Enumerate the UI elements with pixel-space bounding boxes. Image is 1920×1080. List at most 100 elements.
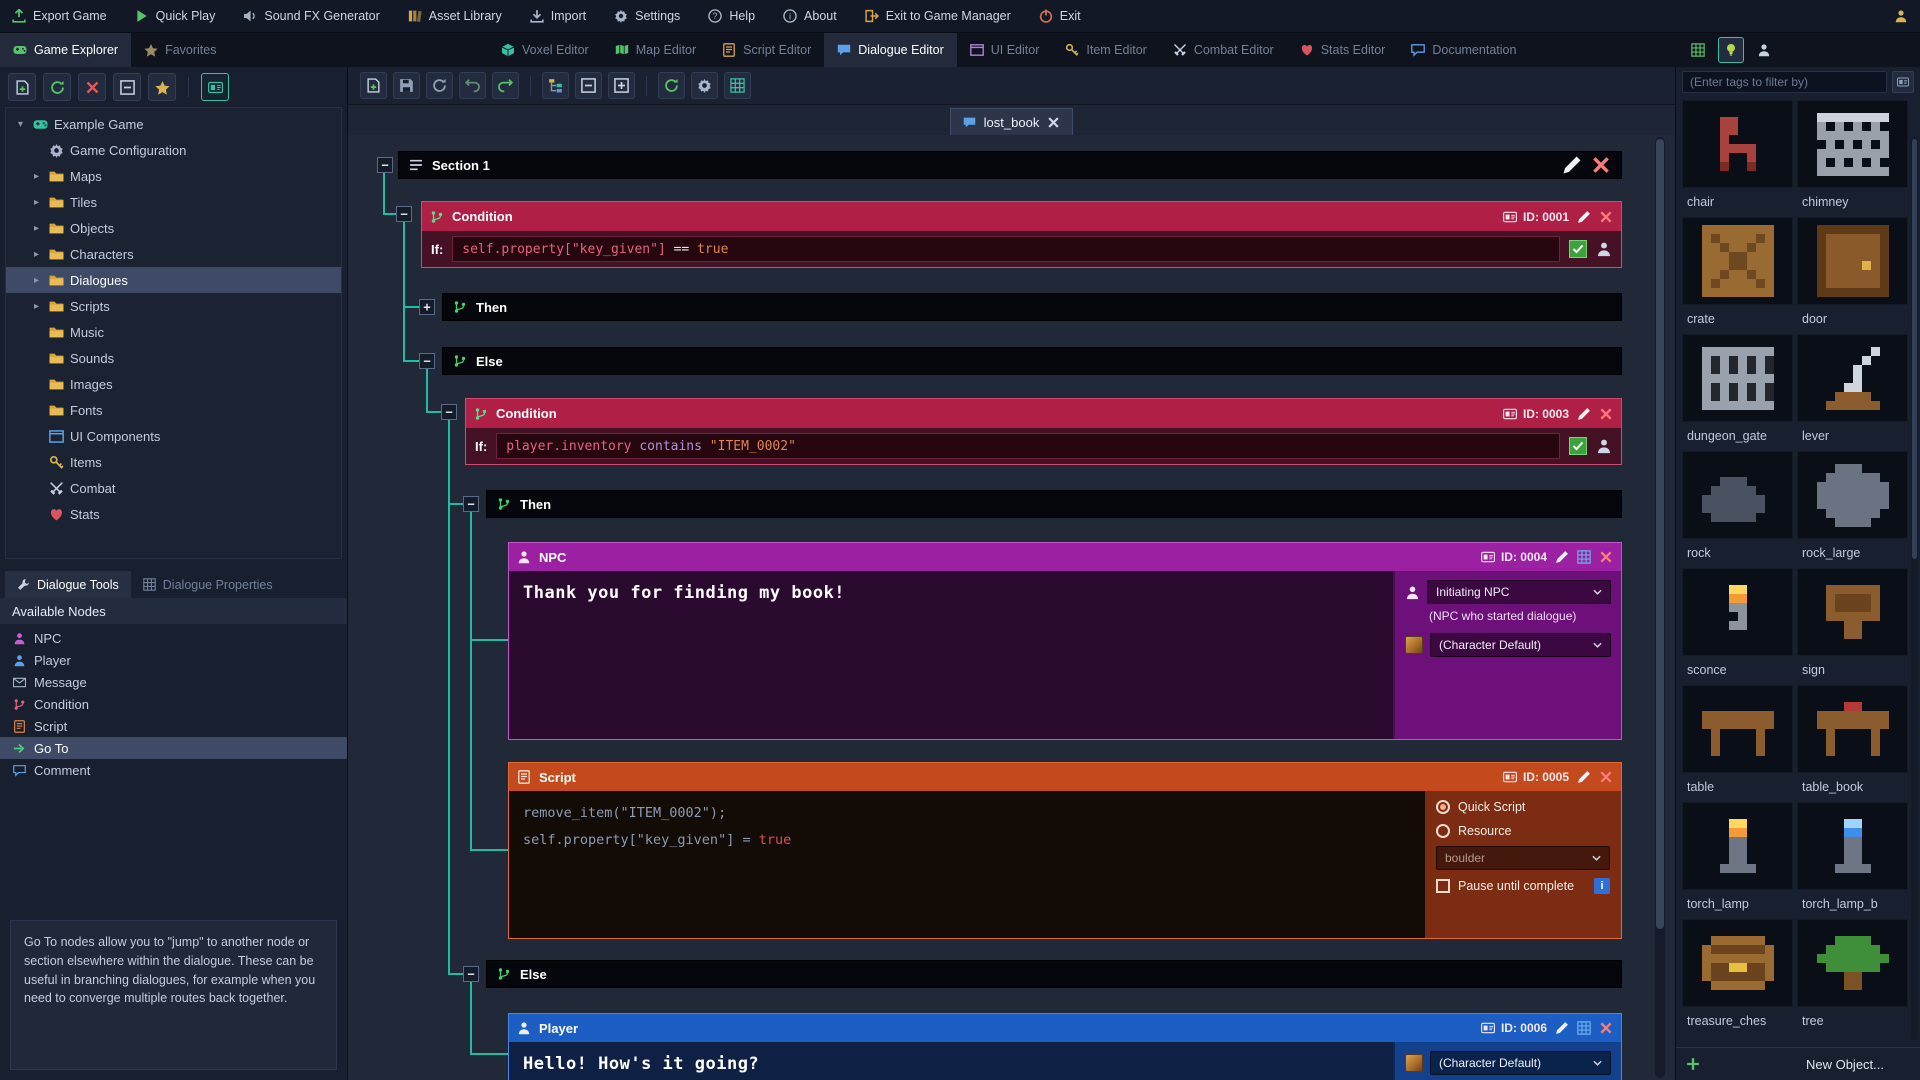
menu-sound-fx-generator[interactable]: Sound FX Generator <box>243 9 379 23</box>
menu-exit[interactable]: Exit <box>1039 9 1081 23</box>
asset-rock[interactable]: rock <box>1682 451 1793 566</box>
edit-node-button[interactable] <box>1577 210 1591 224</box>
asset-rock-large[interactable]: rock_large <box>1797 451 1908 566</box>
palette-node-npc[interactable]: NPC <box>0 627 347 649</box>
tree-item-example-game[interactable]: Example Game <box>6 111 341 137</box>
user-icon[interactable] <box>1894 9 1908 23</box>
edit-node-button[interactable] <box>1555 550 1569 564</box>
portrait-dropdown[interactable]: (Character Default) <box>1430 633 1611 657</box>
asset-tree[interactable]: tree <box>1797 919 1908 1034</box>
settings-button[interactable] <box>691 72 718 99</box>
menu-exit-to-game-manager[interactable]: Exit to Game Manager <box>865 9 1011 23</box>
script-code[interactable]: remove_item("ITEM_0002");self.property["… <box>509 791 1425 938</box>
reload-button[interactable] <box>426 72 453 99</box>
condition-node-0001[interactable]: Condition ID: 0001 If: self.property["ke… <box>421 201 1622 268</box>
refresh-button[interactable] <box>658 72 685 99</box>
condition-header[interactable]: Condition ID: 0003 <box>466 399 1621 428</box>
tab-script-editor[interactable]: Script Editor <box>709 33 824 67</box>
asset-sconce[interactable]: sconce <box>1682 568 1793 683</box>
library-tab-tiles[interactable] <box>1685 37 1711 63</box>
player-node-0006[interactable]: Player ID: 0006 Hello! How's it going? <box>508 1013 1622 1080</box>
toggle-ids-button[interactable] <box>201 73 229 101</box>
tag-filter-input[interactable] <box>1682 71 1887 93</box>
tab-stats-editor[interactable]: Stats Editor <box>1287 33 1399 67</box>
collapse-all-button[interactable] <box>575 72 602 99</box>
tree-arrow-icon[interactable] <box>30 223 43 234</box>
asset-lever[interactable]: lever <box>1797 334 1908 449</box>
tree-item-combat[interactable]: Combat <box>6 475 341 501</box>
tree-item-characters[interactable]: Characters <box>6 241 341 267</box>
tree-arrow-icon[interactable] <box>30 301 43 312</box>
canvas-scrollbar[interactable] <box>1655 137 1665 1078</box>
initiating-npc-dropdown[interactable]: Initiating NPC <box>1427 580 1611 604</box>
node-canvas[interactable]: Section 1 Condition ID: 0001 <box>348 135 1675 1080</box>
delete-section-button[interactable] <box>1591 155 1611 175</box>
collapse-all-button[interactable] <box>113 73 141 101</box>
tab-dialogue-tools[interactable]: Dialogue Tools <box>5 571 131 598</box>
tab-lost-book[interactable]: lost_book <box>950 108 1074 135</box>
palette-node-player[interactable]: Player <box>0 649 347 671</box>
then-bar-2[interactable]: Then <box>486 490 1622 518</box>
tree-item-ui-components[interactable]: UI Components <box>6 423 341 449</box>
palette-node-script[interactable]: Script <box>0 715 347 737</box>
condition-header[interactable]: Condition ID: 0001 <box>422 202 1621 231</box>
scrollbar-thumb[interactable] <box>1912 139 1917 559</box>
tree-arrow-icon[interactable] <box>30 197 43 208</box>
library-tab-objects[interactable] <box>1718 37 1744 63</box>
tree-item-tiles[interactable]: Tiles <box>6 189 341 215</box>
asset-table-book[interactable]: table_book <box>1797 685 1908 800</box>
tab-combat-editor[interactable]: Combat Editor <box>1160 33 1287 67</box>
tree-item-objects[interactable]: Objects <box>6 215 341 241</box>
tree-arrow-icon[interactable] <box>30 249 43 260</box>
asset-chimney[interactable]: chimney <box>1797 100 1908 215</box>
delete-node-button[interactable] <box>1599 210 1613 224</box>
undo-button[interactable] <box>459 72 486 99</box>
menu-import[interactable]: Import <box>530 9 586 23</box>
library-scrollbar[interactable] <box>1911 137 1918 1040</box>
edit-node-button[interactable] <box>1555 1021 1569 1035</box>
delete-node-button[interactable] <box>1599 1021 1613 1035</box>
favorite-button[interactable] <box>148 73 176 101</box>
palette-node-condition[interactable]: Condition <box>0 693 347 715</box>
collapse-toggle-else1[interactable] <box>419 353 435 369</box>
tree-item-game-configuration[interactable]: Game Configuration <box>6 137 341 163</box>
grid-view-button[interactable] <box>1577 1021 1591 1035</box>
close-tab-icon[interactable] <box>1047 116 1060 129</box>
tree-item-dialogues[interactable]: Dialogues <box>6 267 341 293</box>
menu-asset-library[interactable]: Asset Library <box>408 9 502 23</box>
edit-section-button[interactable] <box>1562 155 1582 175</box>
resource-radio[interactable]: Resource <box>1427 819 1619 843</box>
expand-toggle-then1[interactable] <box>419 299 435 315</box>
asset-torch-lamp-b[interactable]: torch_lamp_b <box>1797 802 1908 917</box>
tree-item-scripts[interactable]: Scripts <box>6 293 341 319</box>
condition-valid-checkbox[interactable] <box>1569 437 1587 455</box>
asset-chair[interactable]: chair <box>1682 100 1793 215</box>
tab-voxel-editor[interactable]: Voxel Editor <box>488 33 602 67</box>
tab-dialogue-editor[interactable]: Dialogue Editor <box>824 33 956 67</box>
palette-node-comment[interactable]: Comment <box>0 759 347 781</box>
tree-arrow-icon[interactable] <box>30 275 43 286</box>
refresh-button[interactable] <box>43 73 71 101</box>
save-button[interactable] <box>393 72 420 99</box>
portrait-dropdown[interactable]: (Character Default) <box>1430 1051 1611 1075</box>
library-tab-characters[interactable] <box>1751 37 1777 63</box>
menu-help[interactable]: ?Help <box>708 9 755 23</box>
collapse-toggle-then2[interactable] <box>463 496 479 512</box>
tab-game-explorer[interactable]: Game Explorer <box>0 33 131 67</box>
collapse-toggle-section[interactable] <box>377 157 393 173</box>
grid-view-button[interactable] <box>1577 550 1591 564</box>
pause-checkbox[interactable] <box>1436 879 1450 893</box>
menu-quick-play[interactable]: Quick Play <box>135 9 216 23</box>
tab-dialogue-properties[interactable]: Dialogue Properties <box>131 571 285 598</box>
organize-button[interactable] <box>542 72 569 99</box>
tree-item-stats[interactable]: Stats <box>6 501 341 527</box>
asset-crate[interactable]: crate <box>1682 217 1793 332</box>
asset-treasure-ches[interactable]: treasure_ches <box>1682 919 1793 1034</box>
condition-character-icon[interactable] <box>1596 438 1612 454</box>
tab-ui-editor[interactable]: UI Editor <box>957 33 1053 67</box>
tab-documentation[interactable]: Documentation <box>1398 33 1529 67</box>
new-object-button[interactable]: New Object... <box>1806 1057 1884 1072</box>
script-node-0005[interactable]: Script ID: 0005 remove_item("ITEM_0002")… <box>508 762 1622 939</box>
new-dialogue-button[interactable] <box>360 72 387 99</box>
tab-favorites[interactable]: Favorites <box>131 33 229 67</box>
